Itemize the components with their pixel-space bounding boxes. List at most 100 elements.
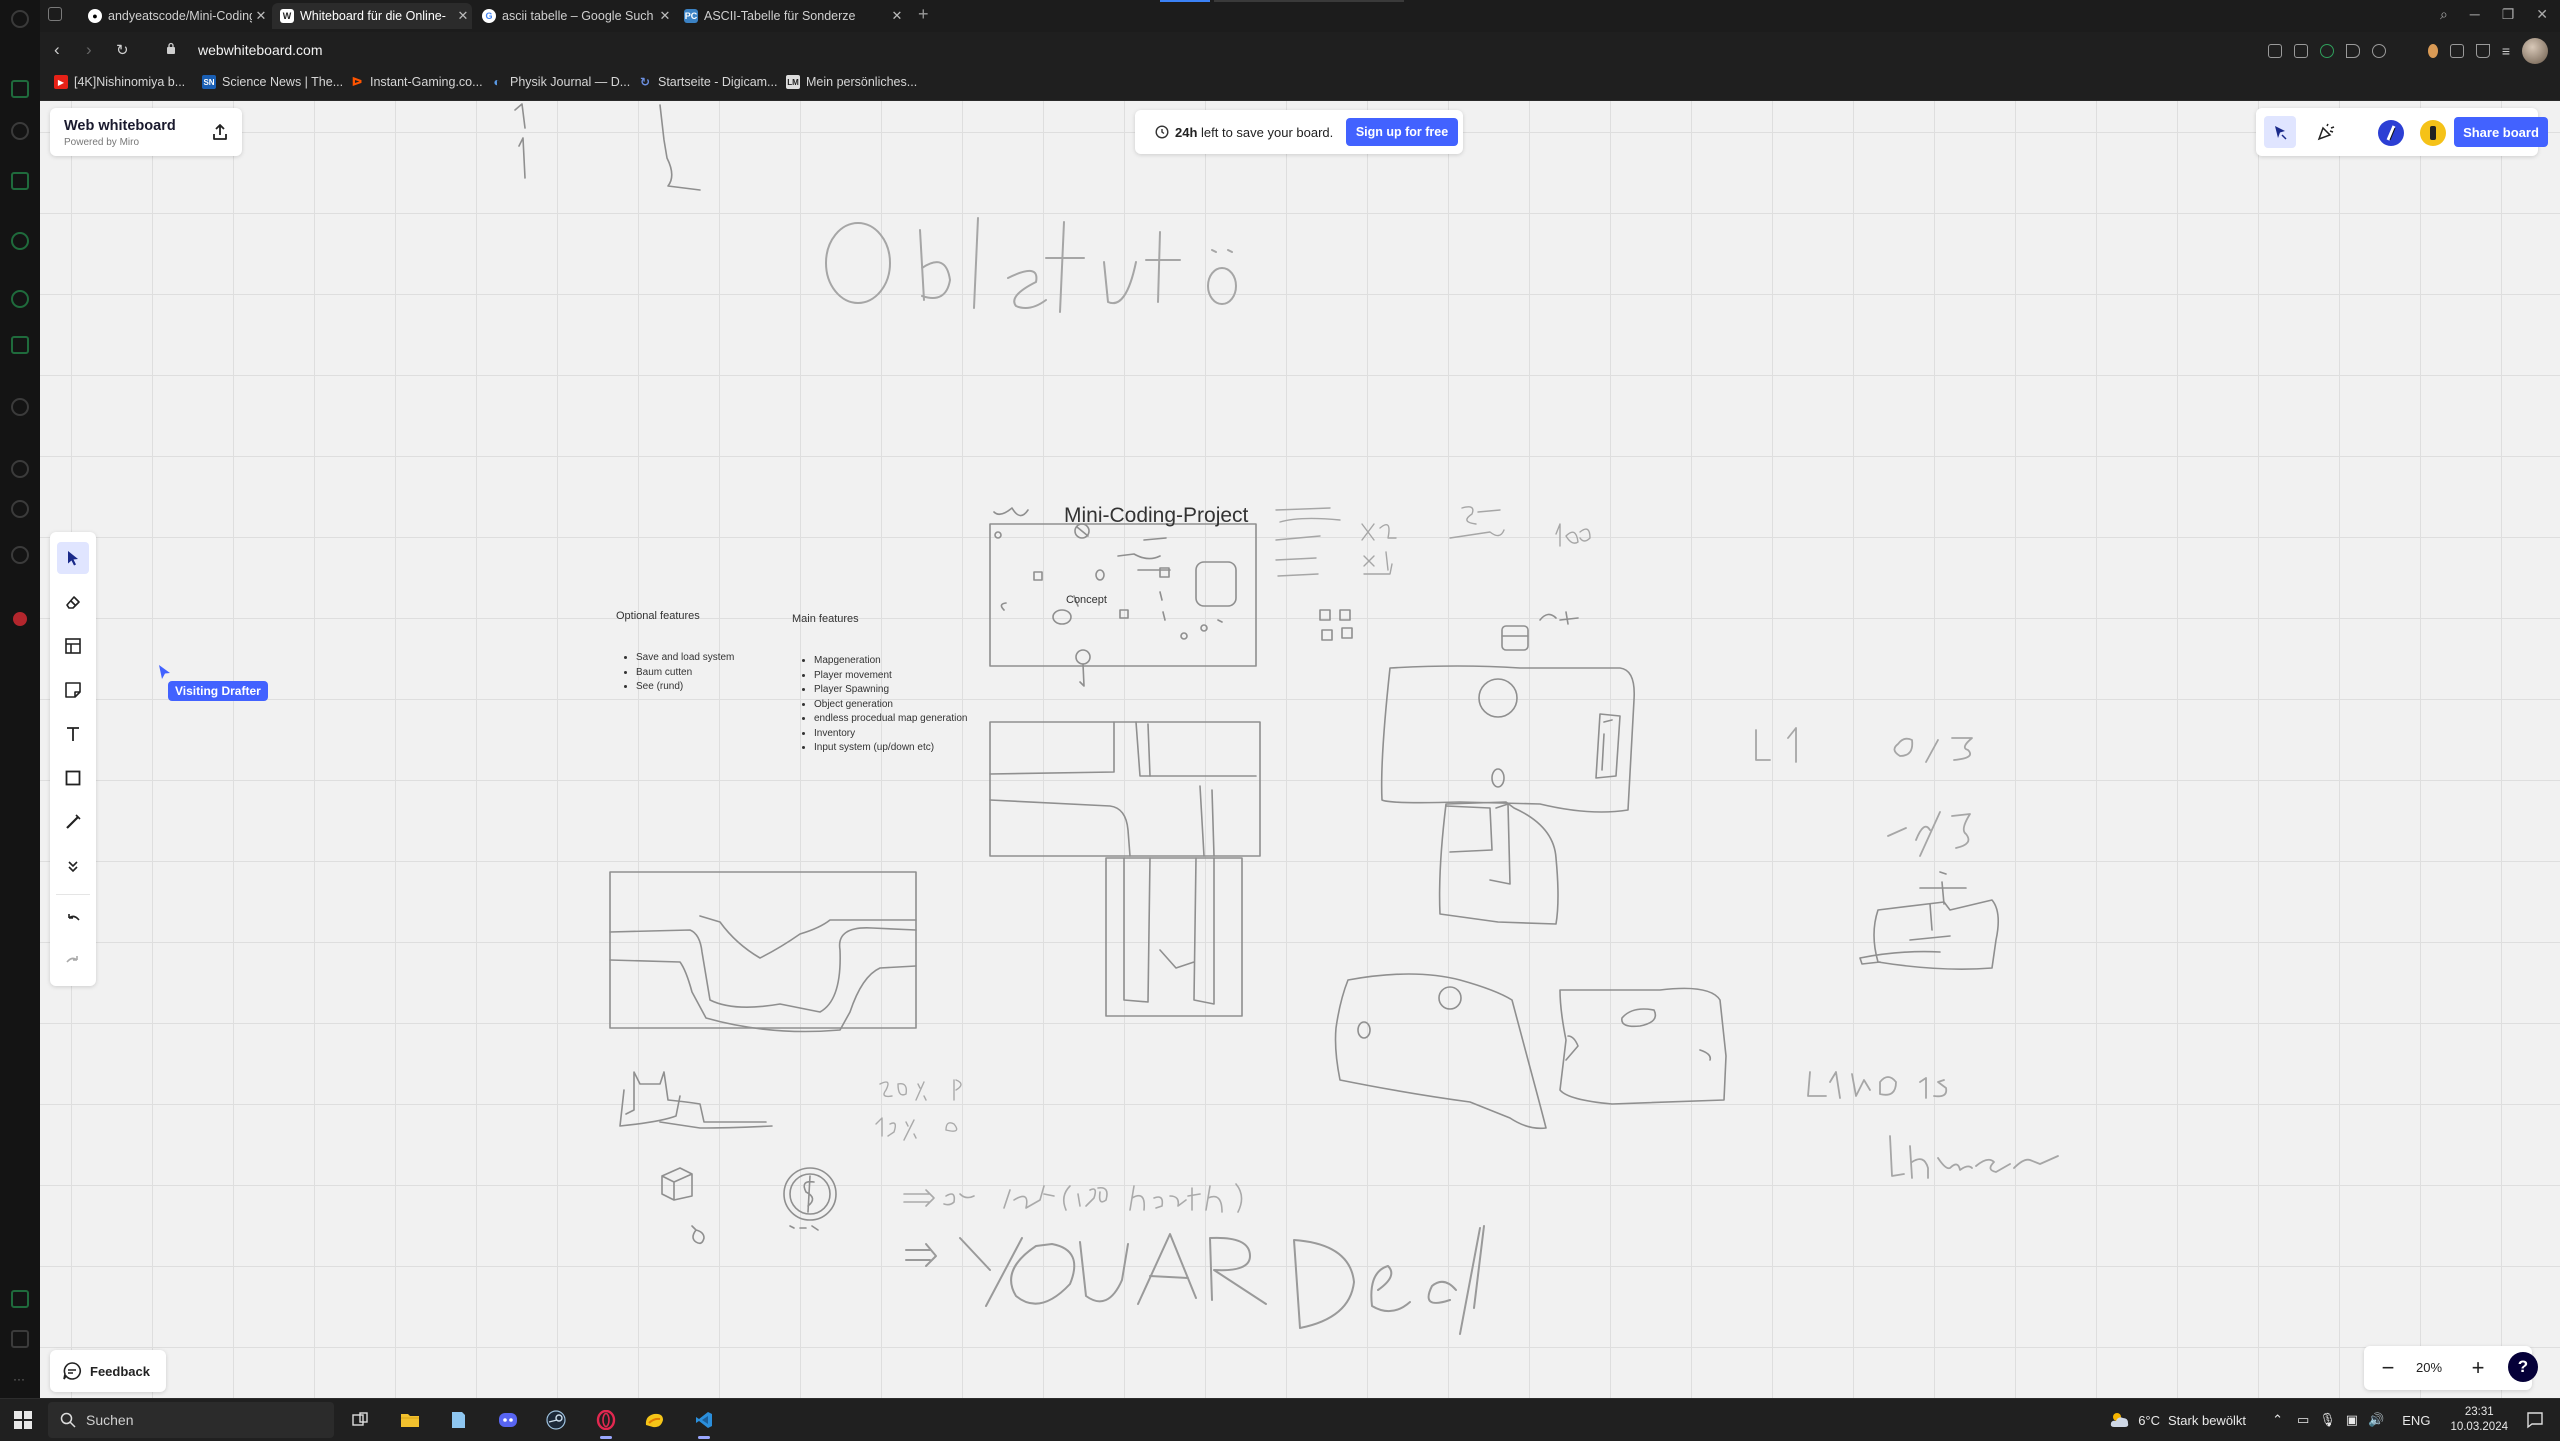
close-tab-icon[interactable]: ✕	[656, 8, 674, 24]
menu-icon[interactable]: ≡	[2502, 43, 2510, 59]
sticky-note-tool-button[interactable]	[57, 674, 89, 706]
tab-google[interactable]: G ascii tabelle – Google Such ✕	[474, 3, 674, 29]
whiteboard-canvas[interactable]: Mini-Coding-Project Concept Optional fea…	[40, 101, 2560, 1398]
sidebar-aria-icon[interactable]	[11, 232, 29, 250]
optional-features-list[interactable]: Save and load system Baum cutten See (ru…	[614, 651, 796, 695]
profile-avatar[interactable]	[2522, 38, 2548, 64]
opera-gx-icon[interactable]	[592, 1406, 620, 1439]
search-tabs-icon[interactable]: ⌕	[2440, 6, 2448, 23]
pen-tool-button[interactable]	[57, 806, 89, 838]
snapshot-icon[interactable]	[2293, 44, 2308, 58]
steam-icon[interactable]	[542, 1406, 570, 1434]
optional-features-heading[interactable]: Optional features	[616, 610, 700, 622]
new-tab-button[interactable]: +	[918, 4, 929, 25]
url-text[interactable]: webwhiteboard.com	[198, 42, 323, 58]
bookmark-mein-persoenliches[interactable]: LM Mein persönliches...	[786, 75, 917, 89]
signup-button[interactable]: Sign up for free	[1346, 118, 1458, 146]
opera-logo-icon[interactable]	[11, 10, 29, 28]
taskbar-search[interactable]: Suchen	[48, 1402, 334, 1438]
text-tool-button[interactable]	[57, 718, 89, 750]
bookmark-instant-gaming[interactable]: ᐅ Instant-Gaming.co...	[350, 75, 483, 89]
file-explorer-icon[interactable]	[396, 1406, 424, 1434]
main-features-heading[interactable]: Main features	[792, 613, 859, 625]
sidebar-app-icon[interactable]	[11, 172, 29, 190]
close-tab-icon[interactable]: ✕	[888, 8, 906, 24]
weather-description[interactable]: Stark bewölkt	[2168, 1413, 2246, 1428]
volume-icon[interactable]: 🔊	[2368, 1412, 2384, 1428]
collaborator-avatar[interactable]	[2420, 120, 2446, 146]
board-title[interactable]: Mini-Coding-Project	[1064, 504, 1248, 528]
zoom-in-button[interactable]: +	[2464, 1354, 2492, 1382]
microphone-icon[interactable]: 🎙	[2319, 1412, 2336, 1428]
select-tool-button[interactable]	[57, 542, 89, 574]
main-features-list[interactable]: Mapgeneration Player movement Player Spa…	[792, 654, 974, 756]
heart-icon[interactable]	[2371, 44, 2386, 58]
reload-button[interactable]: ↻	[116, 41, 129, 59]
close-tab-icon[interactable]: ✕	[454, 8, 472, 24]
download-icon[interactable]	[2475, 44, 2490, 58]
sidebar-panel-icon[interactable]	[11, 1330, 29, 1348]
bookmark-science-news[interactable]: SN Science News | The...	[202, 75, 343, 89]
display-icon[interactable]: ▭	[2297, 1412, 2309, 1428]
export-button[interactable]	[206, 118, 234, 146]
collaborator-avatar[interactable]	[2378, 120, 2404, 146]
zoom-level[interactable]: 20%	[2416, 1360, 2442, 1375]
tab-ascii[interactable]: PC ASCII-Tabelle für Sonderze ✕	[676, 3, 906, 29]
close-tab-icon[interactable]: ✕	[252, 8, 270, 24]
sidebar-home-icon[interactable]	[11, 122, 29, 140]
sidebar-shop-icon[interactable]	[11, 80, 29, 98]
sidebar-twitch-icon[interactable]	[11, 336, 29, 354]
start-button[interactable]	[14, 1411, 32, 1429]
more-tools-button[interactable]	[57, 850, 89, 882]
cube-icon[interactable]	[2449, 44, 2464, 58]
task-view-icon[interactable]	[346, 1406, 374, 1434]
template-tool-button[interactable]	[57, 630, 89, 662]
sidebar-whatsapp-icon[interactable]	[11, 290, 29, 308]
tab-whiteboard[interactable]: W Whiteboard für die Online- ✕	[272, 3, 472, 29]
sidebar-box-icon[interactable]	[11, 500, 29, 518]
bottle-extension-icon[interactable]	[2427, 44, 2438, 58]
shape-tool-button[interactable]	[57, 762, 89, 794]
undo-button[interactable]	[57, 904, 89, 936]
send-icon[interactable]	[2345, 44, 2360, 58]
bookmark-physik-journal[interactable]: ◐ Physik Journal — D...	[490, 75, 630, 89]
help-button[interactable]: ?	[2508, 1352, 2538, 1382]
sidebar-settings-icon[interactable]	[11, 546, 29, 564]
sidebar-record-icon[interactable]	[13, 612, 27, 626]
workspace-icon[interactable]	[48, 7, 62, 21]
network-icon[interactable]: ▣	[2346, 1412, 2358, 1428]
cursor-mode-button[interactable]	[2264, 116, 2296, 148]
feedback-button[interactable]: Feedback	[50, 1350, 166, 1392]
language-indicator[interactable]: ENG	[2402, 1413, 2430, 1428]
back-button[interactable]: ‹	[54, 40, 60, 60]
celebrate-button[interactable]	[2310, 116, 2342, 148]
share-page-icon[interactable]	[2267, 44, 2282, 58]
redo-button[interactable]	[57, 946, 89, 978]
discord-icon[interactable]	[494, 1406, 522, 1434]
bookmark-digicam[interactable]: ↻ Startseite - Digicam...	[638, 75, 778, 89]
concept-label[interactable]: Concept	[1066, 594, 1107, 606]
bookmark-youtube[interactable]: ▶ [4K]Nishinomiya b...	[54, 75, 185, 89]
eraser-tool-button[interactable]	[57, 586, 89, 618]
close-window-button[interactable]: ✕	[2536, 6, 2548, 23]
share-board-button[interactable]: Share board	[2454, 117, 2548, 147]
forward-button[interactable]: ›	[86, 40, 92, 60]
vscode-icon[interactable]	[690, 1406, 718, 1439]
tab-github[interactable]: ● andyeatscode/Mini-Coding- ✕	[80, 3, 270, 29]
clock[interactable]: 23:31 10.03.2024	[2450, 1405, 2508, 1435]
lock-icon[interactable]	[166, 42, 176, 54]
zoom-out-button[interactable]: −	[2374, 1354, 2402, 1382]
maximize-button[interactable]: ❐	[2502, 6, 2515, 23]
game-app-icon[interactable]	[640, 1406, 668, 1434]
weather-temperature[interactable]: 6°C	[2138, 1413, 2160, 1428]
chevron-up-icon[interactable]: ⌃	[2272, 1412, 2283, 1428]
notifications-icon[interactable]	[2526, 1411, 2544, 1429]
collaborator-cursor-label: Visiting Drafter	[168, 681, 268, 701]
notepad-app-icon[interactable]	[444, 1406, 472, 1434]
vpn-shield-icon[interactable]	[2319, 44, 2334, 58]
sidebar-clock-icon[interactable]	[11, 460, 29, 478]
sidebar-extension-icon[interactable]	[11, 1290, 29, 1308]
minimize-button[interactable]: ─	[2470, 6, 2480, 23]
sidebar-history-icon[interactable]	[11, 398, 29, 416]
sidebar-more-icon[interactable]: ···	[13, 1372, 25, 1386]
